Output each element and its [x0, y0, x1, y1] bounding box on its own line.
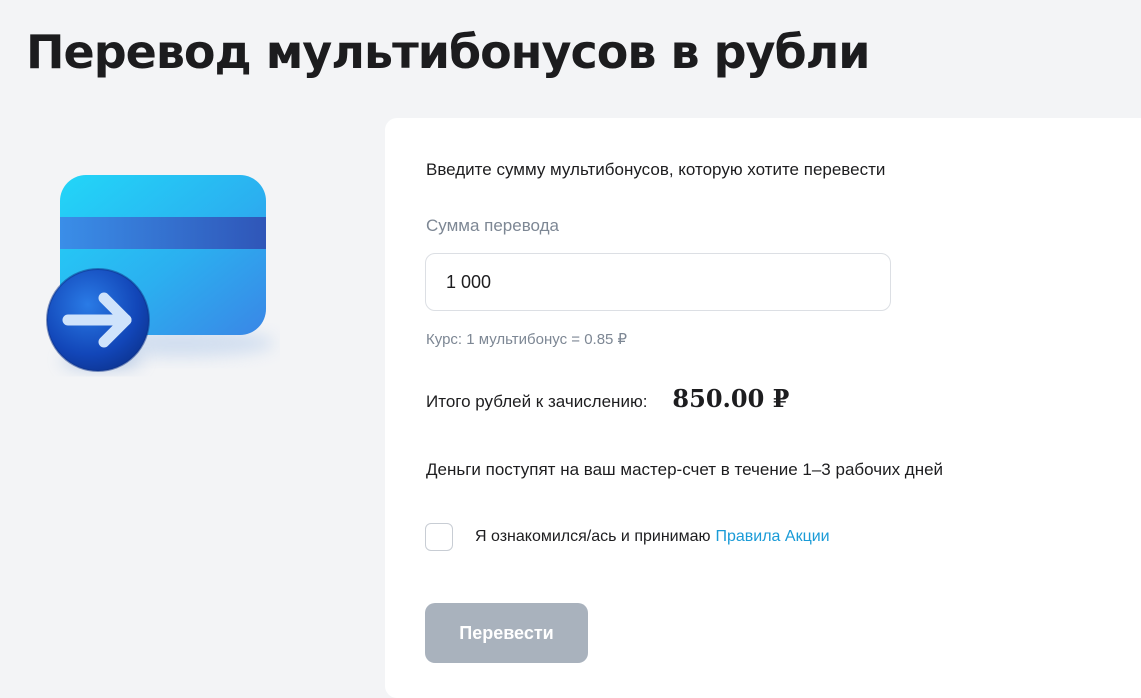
rules-link[interactable]: Правила Акции [715, 528, 829, 546]
total-row: Итого рублей к зачислению: 850.00 ₽ [426, 384, 789, 413]
delivery-note: Деньги поступят на ваш мастер-счет в теч… [426, 460, 944, 479]
exchange-rate: Курс: 1 мультибонус = 0.85 ₽ [426, 331, 628, 348]
agreement-text: Я ознакомился/ась и принимаю [475, 528, 711, 545]
total-label: Итого рублей к зачислению: [426, 392, 648, 411]
bank-card-icon [46, 175, 275, 372]
transfer-illustration [40, 165, 280, 385]
page-title: Перевод мультибонусов в рубли [26, 25, 871, 79]
total-value: 850.00 ₽ [672, 384, 790, 413]
form-instruction: Введите сумму мультибонусов, которую хот… [426, 160, 886, 179]
amount-input[interactable] [425, 253, 891, 311]
amount-label: Сумма перевода [426, 216, 560, 235]
agreement-checkbox[interactable] [425, 523, 453, 551]
agreement-row: Я ознакомился/ась и принимаю Правила Акц… [425, 523, 830, 551]
submit-button[interactable]: Перевести [425, 603, 588, 663]
